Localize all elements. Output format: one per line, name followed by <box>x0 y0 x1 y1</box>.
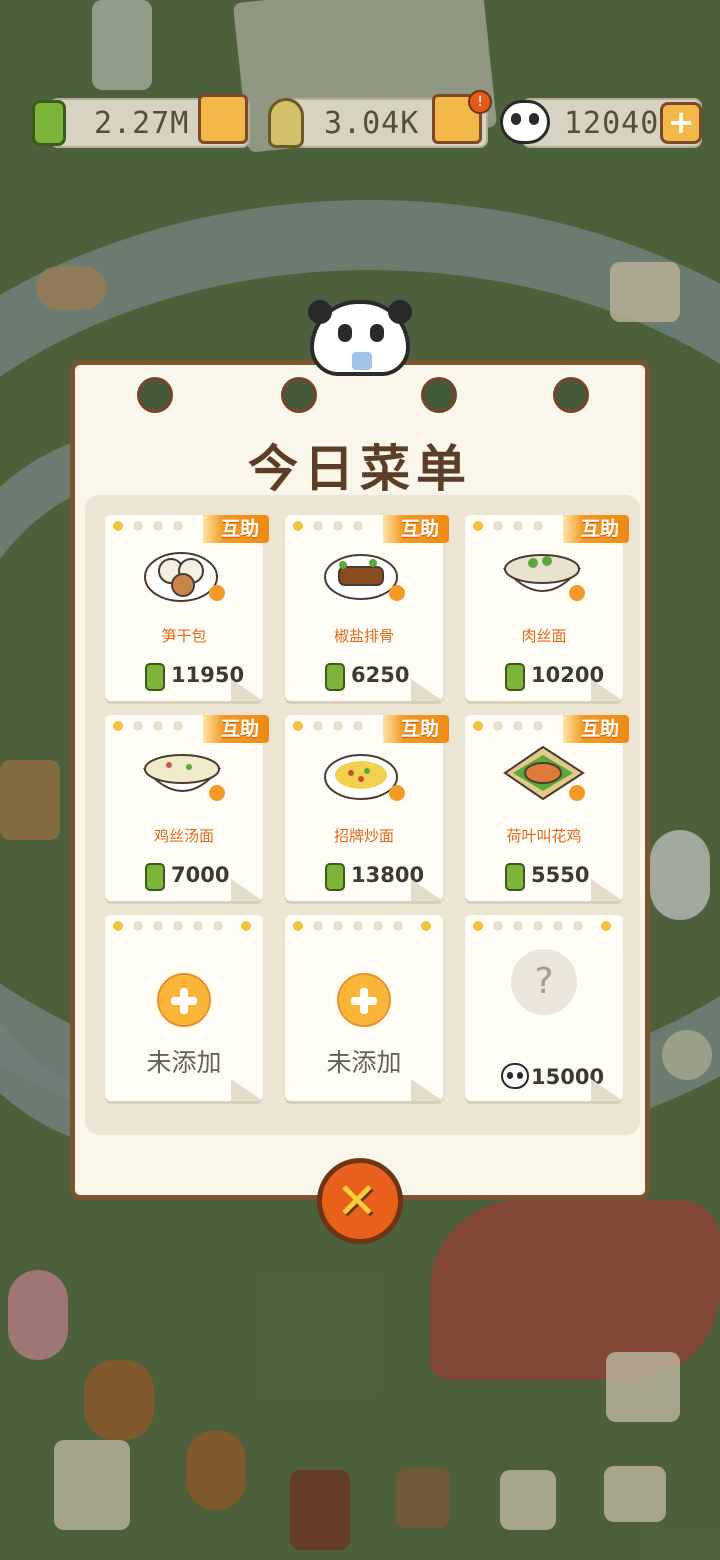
dish-card[interactable]: 互助 荷叶叫花鸡 5550 <box>465 715 629 901</box>
not-added-label: 未添加 <box>146 1048 222 1077</box>
binder-hole <box>281 377 317 413</box>
dish-name: 荷叶叫花鸡 <box>506 827 582 845</box>
mutual-help-badge: 互助 <box>382 515 449 543</box>
question-mark-icon: ? <box>511 949 577 1015</box>
dish-name: 笋干包 <box>161 627 207 645</box>
bamboo-icon <box>145 663 165 691</box>
bamboo-icon <box>32 100 66 146</box>
page-fold <box>591 1079 623 1101</box>
dish-name: 椒盐排骨 <box>333 627 394 645</box>
binder-hole <box>421 377 457 413</box>
dish-price-value: 7000 <box>171 863 230 887</box>
binder-hole <box>553 377 589 413</box>
pork-ribs-dish-icon <box>324 554 405 601</box>
dish-price-value: 6250 <box>351 663 410 687</box>
bamboo-shoot-icon <box>268 98 304 148</box>
panda-icon <box>501 1063 529 1089</box>
dish-card[interactable]: 互助 招牌炒面 13800 <box>285 715 449 901</box>
mutual-help-badge: 互助 <box>202 715 269 743</box>
resource-panda-value: 12040 <box>564 106 660 141</box>
dish-card[interactable]: 互助 椒盐排骨 6250 <box>285 515 449 701</box>
beggar-chicken-dish-icon <box>503 745 585 801</box>
page-fold <box>411 679 443 701</box>
empty-dish-slot[interactable]: 未添加 <box>105 915 263 1101</box>
steamed-bun-dish-icon <box>144 552 225 602</box>
fried-noodle-dish-icon <box>324 754 405 801</box>
add-dish-icon[interactable] <box>337 973 391 1027</box>
dish-name: 鸡丝汤面 <box>153 827 214 845</box>
resource-bamboo-shoot-value: 3.04K <box>324 106 420 141</box>
dish-name: 招牌炒面 <box>333 827 394 845</box>
page-fold <box>411 879 443 901</box>
bamboo-icon <box>325 663 345 691</box>
close-icon: ✕ <box>336 1172 378 1230</box>
dish-card[interactable]: 互助 鸡丝汤面 7000 <box>105 715 269 901</box>
page-fold <box>591 679 623 701</box>
dish-card[interactable]: 互助 肉丝面 10200 <box>465 515 629 701</box>
mutual-help-badge: 互助 <box>202 515 269 543</box>
alert-badge-icon: ! <box>468 90 492 114</box>
page-fold <box>411 1079 443 1101</box>
resource-bar: 2.27M 3.04K ! 12040 + <box>30 90 702 150</box>
resource-bamboo-value: 2.27M <box>94 106 190 141</box>
menu-title: 今日菜单 <box>248 440 472 498</box>
mutual-help-badge: 互助 <box>382 715 449 743</box>
daily-menu-panel: 今日菜单 互助 笋干包 11950 互助 椒盐排骨 6250 互助 肉丝面 10… <box>70 360 650 1200</box>
locked-dish-slot[interactable]: ? 15000 <box>465 915 623 1101</box>
bamboo-icon <box>505 863 525 891</box>
add-panda-icon[interactable]: + <box>660 102 702 144</box>
noodle-bowl-dish-icon <box>503 554 585 601</box>
dish-card[interactable]: 互助 笋干包 11950 <box>105 515 269 701</box>
panda-icon <box>500 100 550 144</box>
close-button[interactable]: ✕ <box>317 1158 403 1244</box>
dish-name: 肉丝面 <box>521 627 567 645</box>
dish-grid: 互助 笋干包 11950 互助 椒盐排骨 6250 互助 肉丝面 10200 互… <box>85 495 640 1135</box>
mutual-help-badge: 互助 <box>562 515 629 543</box>
bamboo-shop-icon[interactable] <box>198 94 248 144</box>
page-fold <box>591 879 623 901</box>
bamboo-icon <box>145 863 165 891</box>
page-fold <box>231 879 263 901</box>
page-fold <box>231 679 263 701</box>
soup-noodle-dish-icon <box>143 754 225 801</box>
page-fold <box>231 1079 263 1101</box>
not-added-label: 未添加 <box>326 1048 402 1077</box>
mutual-help-badge: 互助 <box>562 715 629 743</box>
binder-hole <box>137 377 173 413</box>
dish-price-value: 5550 <box>531 863 590 887</box>
empty-dish-slot[interactable]: 未添加 <box>285 915 443 1101</box>
panda-mascot <box>308 300 412 376</box>
bamboo-icon <box>505 663 525 691</box>
bamboo-icon <box>325 863 345 891</box>
add-dish-icon[interactable] <box>157 973 211 1027</box>
